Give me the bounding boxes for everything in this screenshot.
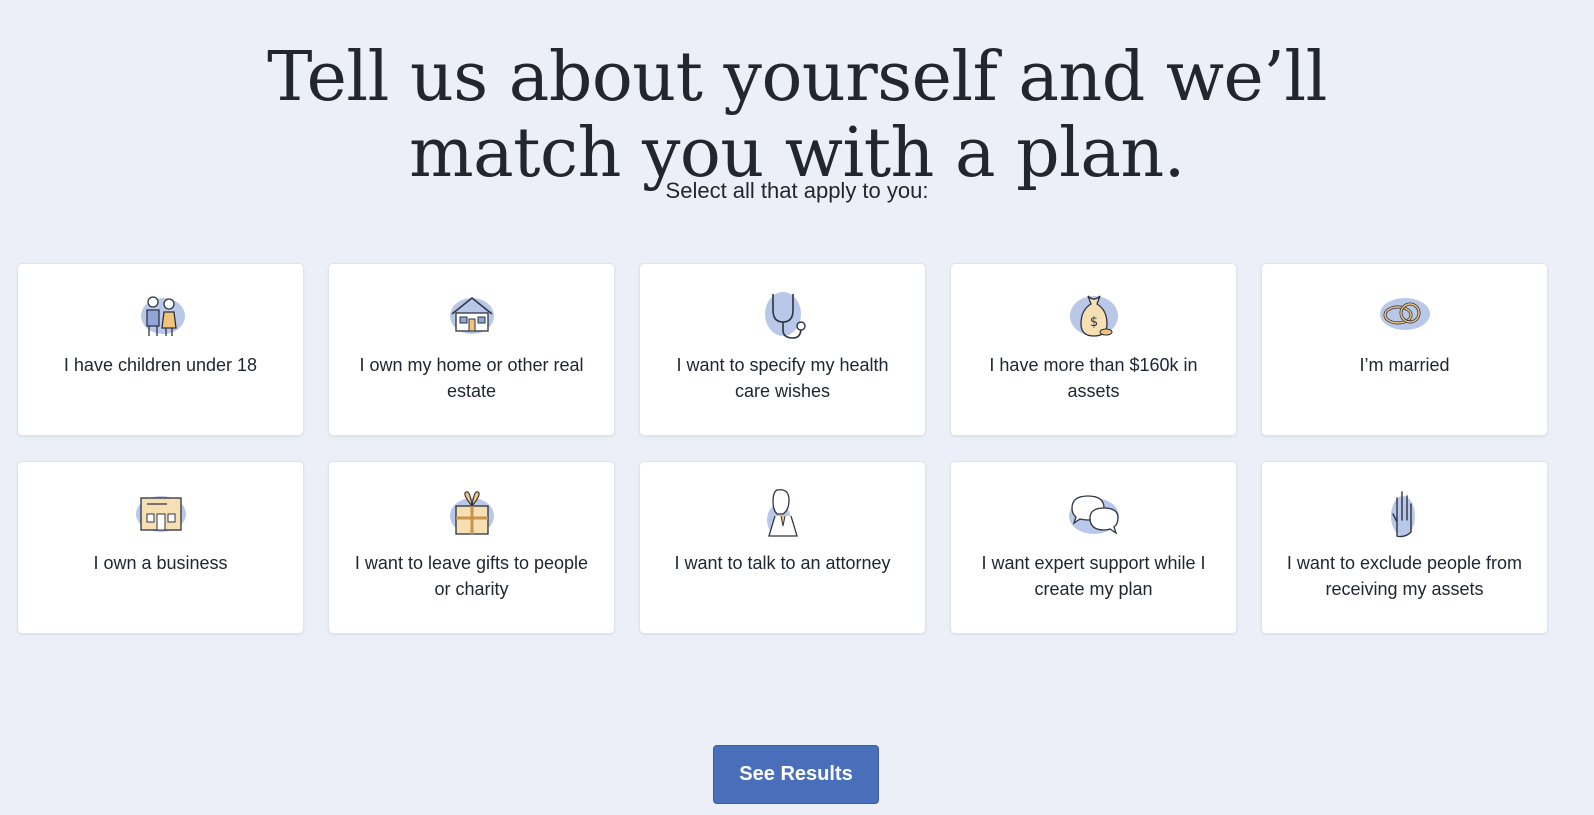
option-card-married[interactable]: I’m married xyxy=(1261,263,1548,436)
option-label: I own my home or other real estate xyxy=(359,355,584,401)
option-card-real-estate[interactable]: I own my home or other real estate xyxy=(328,263,615,436)
option-label: I’m married xyxy=(1359,355,1450,375)
option-label: I have more than $160k in assets xyxy=(989,355,1198,401)
option-card-exclude[interactable]: I want to exclude people from receiving … xyxy=(1261,461,1548,634)
option-label: I want to exclude people from receiving … xyxy=(1286,553,1523,599)
svg-text:$: $ xyxy=(1089,315,1097,330)
option-label: I want expert support while I create my … xyxy=(981,553,1206,599)
option-card-business[interactable]: I own a business xyxy=(17,461,304,634)
option-card-children[interactable]: I have children under 18 xyxy=(17,263,304,436)
page-title-line-1: Tell us about yourself and we’ll xyxy=(267,37,1327,117)
options-grid: I have children under 18 I own my home o… xyxy=(17,263,1548,634)
raised-hand-icon xyxy=(1390,491,1415,538)
page-title: Tell us about yourself and we’ll match y… xyxy=(0,37,1594,192)
money-bag-icon: $ xyxy=(1069,295,1118,337)
option-label: I have children under 18 xyxy=(63,355,258,375)
option-card-gifts[interactable]: I want to leave gifts to people or chari… xyxy=(328,461,615,634)
storefront-icon xyxy=(135,496,186,532)
gift-icon xyxy=(449,491,494,535)
option-card-expert-support[interactable]: I want expert support while I create my … xyxy=(950,461,1237,634)
children-icon xyxy=(140,296,185,336)
chat-bubbles-icon xyxy=(1068,495,1119,535)
stethoscope-icon xyxy=(764,292,806,339)
page-subtitle: Select all that apply to you: xyxy=(665,178,929,203)
option-card-health-care[interactable]: I want to specify my health care wishes xyxy=(639,263,926,436)
house-icon xyxy=(449,297,494,334)
option-label: I want to specify my health care wishes xyxy=(676,355,889,401)
wedding-rings-icon xyxy=(1379,298,1430,330)
option-label: I own a business xyxy=(93,553,228,573)
option-label: I want to leave gifts to people or chari… xyxy=(354,553,589,599)
option-card-assets[interactable]: $ I have more than $160k in assets xyxy=(950,263,1237,436)
see-results-button[interactable]: See Results xyxy=(713,745,879,804)
option-card-attorney[interactable]: I want to talk to an attorney xyxy=(639,461,926,634)
option-label: I want to talk to an attorney xyxy=(674,553,891,573)
attorney-icon xyxy=(766,489,798,537)
